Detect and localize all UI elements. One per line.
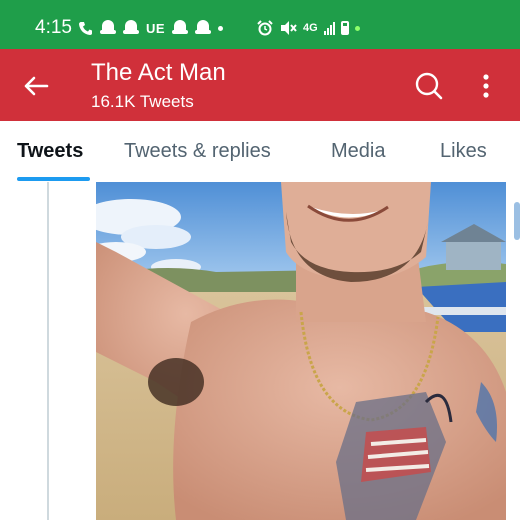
alarm-icon (257, 20, 273, 36)
tab-tweets-and-replies[interactable]: Tweets & replies (124, 141, 271, 161)
more-notifications-dot (218, 25, 224, 31)
ghost-icon (100, 20, 116, 36)
active-tab-indicator (17, 177, 90, 181)
scrollbar-thumb[interactable] (514, 202, 520, 240)
status-bar: 4:15 UE 4G (0, 0, 520, 49)
ghost-icon (123, 20, 139, 36)
status-time: 4:15 (35, 17, 72, 38)
ghost-icon (172, 20, 189, 36)
signal-icon (323, 21, 335, 35)
profile-tabs: Tweets Tweets & replies Media Likes (0, 121, 520, 183)
search-icon[interactable] (414, 71, 444, 101)
more-vertical-icon[interactable] (478, 71, 494, 101)
network-label: 4G (303, 22, 318, 34)
profile-name: The Act Man (91, 59, 226, 86)
tweet-feed[interactable] (0, 182, 520, 520)
mute-icon (281, 21, 297, 35)
tab-media[interactable]: Media (331, 141, 385, 161)
carrier-label: UE (146, 20, 166, 36)
back-arrow-icon[interactable] (23, 73, 49, 99)
privacy-dot (354, 25, 360, 31)
phone-icon (79, 21, 92, 35)
thread-line (47, 182, 49, 520)
tweet-photo[interactable] (96, 182, 506, 520)
tab-likes[interactable]: Likes (440, 141, 487, 161)
beach-selfie-image (96, 182, 506, 520)
tweet-count: 16.1K Tweets (91, 92, 194, 111)
tab-tweets[interactable]: Tweets (17, 141, 83, 161)
system-icons: 4G (257, 20, 360, 36)
profile-header: The Act Man 16.1K Tweets (0, 49, 520, 121)
notification-icons: UE (78, 20, 224, 36)
ghost-icon (195, 20, 212, 36)
battery-icon (340, 21, 349, 35)
